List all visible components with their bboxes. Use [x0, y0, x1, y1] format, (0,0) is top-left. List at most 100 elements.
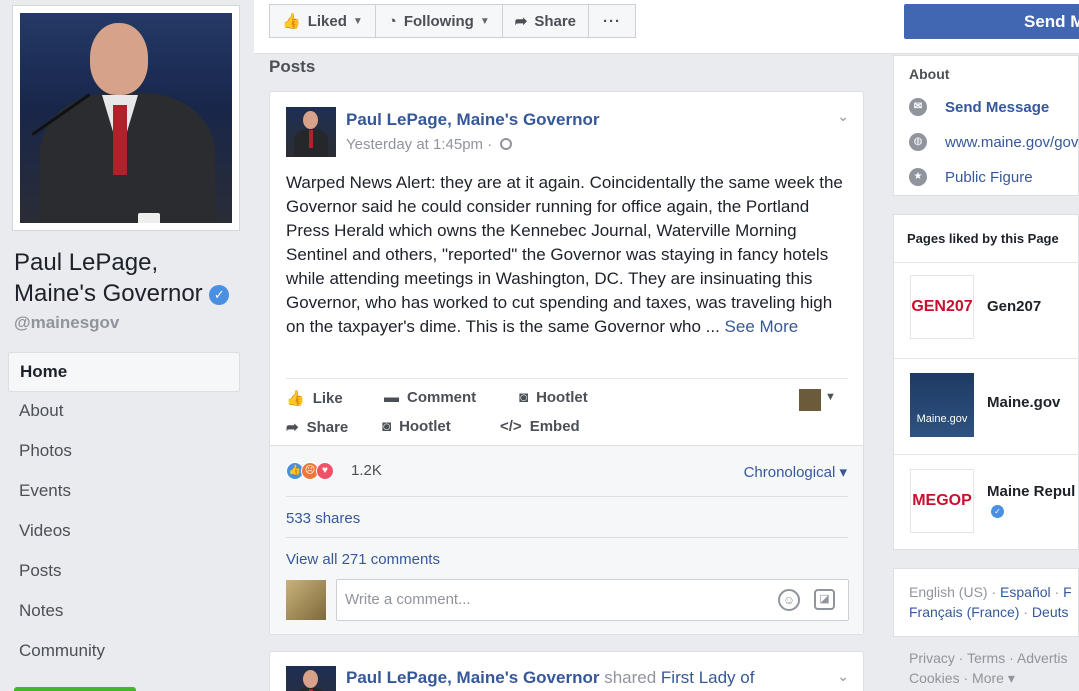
language-line: Français (France) · Deuts — [909, 604, 1069, 620]
maine-gov-logo[interactable]: Maine.gov — [910, 373, 974, 437]
divider — [894, 262, 1079, 263]
embed-button[interactable]: </> Embed — [500, 418, 580, 435]
following-button[interactable]: ◔ Following ▼ — [374, 4, 503, 38]
share-action-label: Share — [306, 418, 349, 436]
category-link[interactable]: ★ Public Figure — [909, 168, 1033, 186]
share-action-button[interactable]: ➦ Share — [286, 418, 349, 437]
nav-item-home[interactable]: Home — [8, 352, 240, 392]
liked-page-gen207[interactable]: Gen207 — [987, 298, 1041, 315]
send-message-link[interactable]: ✉ Send Message — [909, 98, 1049, 116]
caret-down-icon: ▼ — [479, 15, 490, 27]
left-column: Paul LePage, Maine's Governor ✓ @mainesg… — [0, 0, 254, 691]
nav-item-posts[interactable]: Posts — [8, 552, 240, 592]
page-title[interactable]: Paul LePage, Maine's Governor ✓ — [14, 247, 244, 309]
post-card: Paul LePage, Maine's Governor shared Fir… — [269, 651, 864, 691]
verified-badge-icon: ✓ — [991, 505, 1004, 518]
footer-links: Privacy · Terms · Advertis — [909, 650, 1068, 666]
nav-item-events[interactable]: Events — [8, 472, 240, 512]
language-link[interactable]: Español — [1000, 584, 1051, 600]
like-label: Like — [312, 389, 343, 407]
share-label: Share — [534, 12, 577, 30]
create-button-edge[interactable] — [14, 687, 136, 691]
liked-button[interactable]: 👍 Liked ▼ — [269, 4, 376, 38]
language-link[interactable]: Français (France) — [909, 604, 1019, 620]
reaction-count[interactable]: 1.2K — [351, 462, 382, 479]
caret-down-icon[interactable]: ▼ — [825, 391, 836, 403]
language-link[interactable]: F — [1063, 584, 1072, 600]
liked-page-maine-republican[interactable]: Maine Repul — [987, 483, 1075, 500]
post-time-text[interactable]: Yesterday at 1:45pm · — [346, 136, 496, 153]
send-message-label: Send Message — [945, 98, 1050, 116]
footer-link-privacy[interactable]: Privacy — [909, 650, 955, 666]
footer-link-terms[interactable]: Terms — [967, 650, 1005, 666]
gen207-logo[interactable]: GEN207 — [910, 275, 974, 339]
post-as-avatar[interactable] — [799, 389, 821, 411]
globe-icon: ◍ — [909, 133, 927, 151]
nav-item-about[interactable]: About — [8, 392, 240, 432]
post-body-text: Warped News Alert: they are at it again.… — [286, 173, 843, 336]
nav-item-notes[interactable]: Notes — [8, 592, 240, 632]
languages-card: English (US) · Español · F Français (Fra… — [893, 568, 1079, 637]
megop-logo[interactable]: MEGOP — [910, 469, 974, 533]
shared-target-link[interactable]: First Lady of — [661, 668, 755, 687]
hootlet-label: Hootlet — [536, 389, 588, 406]
commenter-avatar[interactable] — [286, 580, 326, 620]
footer-link-more[interactable]: More ▾ — [972, 670, 1015, 686]
footer-link-cookies[interactable]: Cookies — [909, 670, 960, 686]
post-author-avatar[interactable] — [286, 666, 336, 691]
sticker-icon[interactable]: ◪ — [814, 589, 835, 610]
globe-icon — [500, 138, 513, 150]
owl-icon: ◙ — [382, 418, 392, 435]
caret-down-icon: ▼ — [352, 15, 363, 27]
emoji-icon[interactable]: ☺ — [778, 589, 800, 611]
nav-item-photos[interactable]: Photos — [8, 432, 240, 472]
thumbs-up-icon: 👍 — [286, 390, 305, 407]
website-label: www.maine.gov/gove — [945, 133, 1079, 151]
post-author-link[interactable]: Paul LePage, Maine's Governor — [346, 110, 599, 130]
comment-input[interactable]: Write a comment... ☺ ◪ — [336, 579, 849, 621]
send-message-button[interactable]: Send M — [904, 4, 1079, 39]
share-arrow-icon: ➦ — [286, 419, 299, 436]
divider — [286, 537, 848, 538]
action-button-group: 👍 Liked ▼ ◔ Following ▼ ➦ Share ··· — [269, 4, 637, 38]
shares-count-link[interactable]: 533 shares — [286, 510, 360, 527]
hootlet-share-button[interactable]: ◙ Hootlet — [382, 418, 451, 435]
website-link[interactable]: ◍ www.maine.gov/gove — [909, 133, 1079, 151]
pages-liked-card: Pages liked by this Page GEN207 Gen207 M… — [893, 214, 1079, 550]
love-reaction-icon: ♥ — [316, 462, 334, 480]
thumbs-up-icon: 👍 — [282, 13, 301, 30]
owl-icon: ◙ — [519, 389, 529, 406]
divider — [286, 378, 848, 379]
post-options-chevron-icon[interactable]: ⌄ — [837, 108, 849, 125]
comment-button[interactable]: ▬ Comment — [384, 389, 476, 406]
liked-page-maine-gov[interactable]: Maine.gov — [987, 394, 1060, 411]
view-all-comments-link[interactable]: View all 271 comments — [286, 551, 440, 568]
post-card: Paul LePage, Maine's Governor Yesterday … — [269, 91, 864, 635]
language-link[interactable]: Deuts — [1032, 604, 1069, 620]
like-button[interactable]: 👍 Like — [286, 389, 343, 408]
category-label: Public Figure — [945, 168, 1033, 186]
nav-item-community[interactable]: Community — [8, 632, 240, 672]
hootlet-button[interactable]: ◙ Hootlet — [519, 389, 588, 406]
post-title-line: Paul LePage, Maine's Governor shared Fir… — [346, 668, 754, 688]
reaction-icons[interactable]: 👍 ☹ ♥ — [286, 462, 334, 480]
post-author-link[interactable]: Paul LePage, Maine's Governor — [346, 668, 599, 687]
share-arrow-icon: ➦ — [514, 13, 528, 30]
see-more-link[interactable]: See More — [725, 317, 799, 336]
share-button[interactable]: ➦ Share — [501, 4, 590, 38]
more-options-button[interactable]: ··· — [588, 4, 637, 38]
page-handle[interactable]: @mainesgov — [14, 313, 119, 333]
page-title-text[interactable]: Paul LePage, Maine's Governor — [14, 249, 203, 307]
post-author-avatar[interactable] — [286, 107, 336, 157]
footer-link-advertising[interactable]: Advertis — [1017, 650, 1068, 666]
post-options-chevron-icon[interactable]: ⌄ — [837, 668, 849, 685]
about-title: About — [909, 66, 950, 82]
following-label: Following — [403, 12, 474, 30]
liked-label: Liked — [307, 12, 347, 30]
profile-picture[interactable] — [12, 5, 240, 231]
nav-item-videos[interactable]: Videos — [8, 512, 240, 552]
comment-sort-dropdown[interactable]: Chronological ▾ — [744, 463, 847, 481]
rss-icon: ◔ — [387, 12, 397, 30]
post-timestamp[interactable]: Yesterday at 1:45pm · — [346, 136, 513, 153]
category-icon: ★ — [909, 168, 927, 186]
